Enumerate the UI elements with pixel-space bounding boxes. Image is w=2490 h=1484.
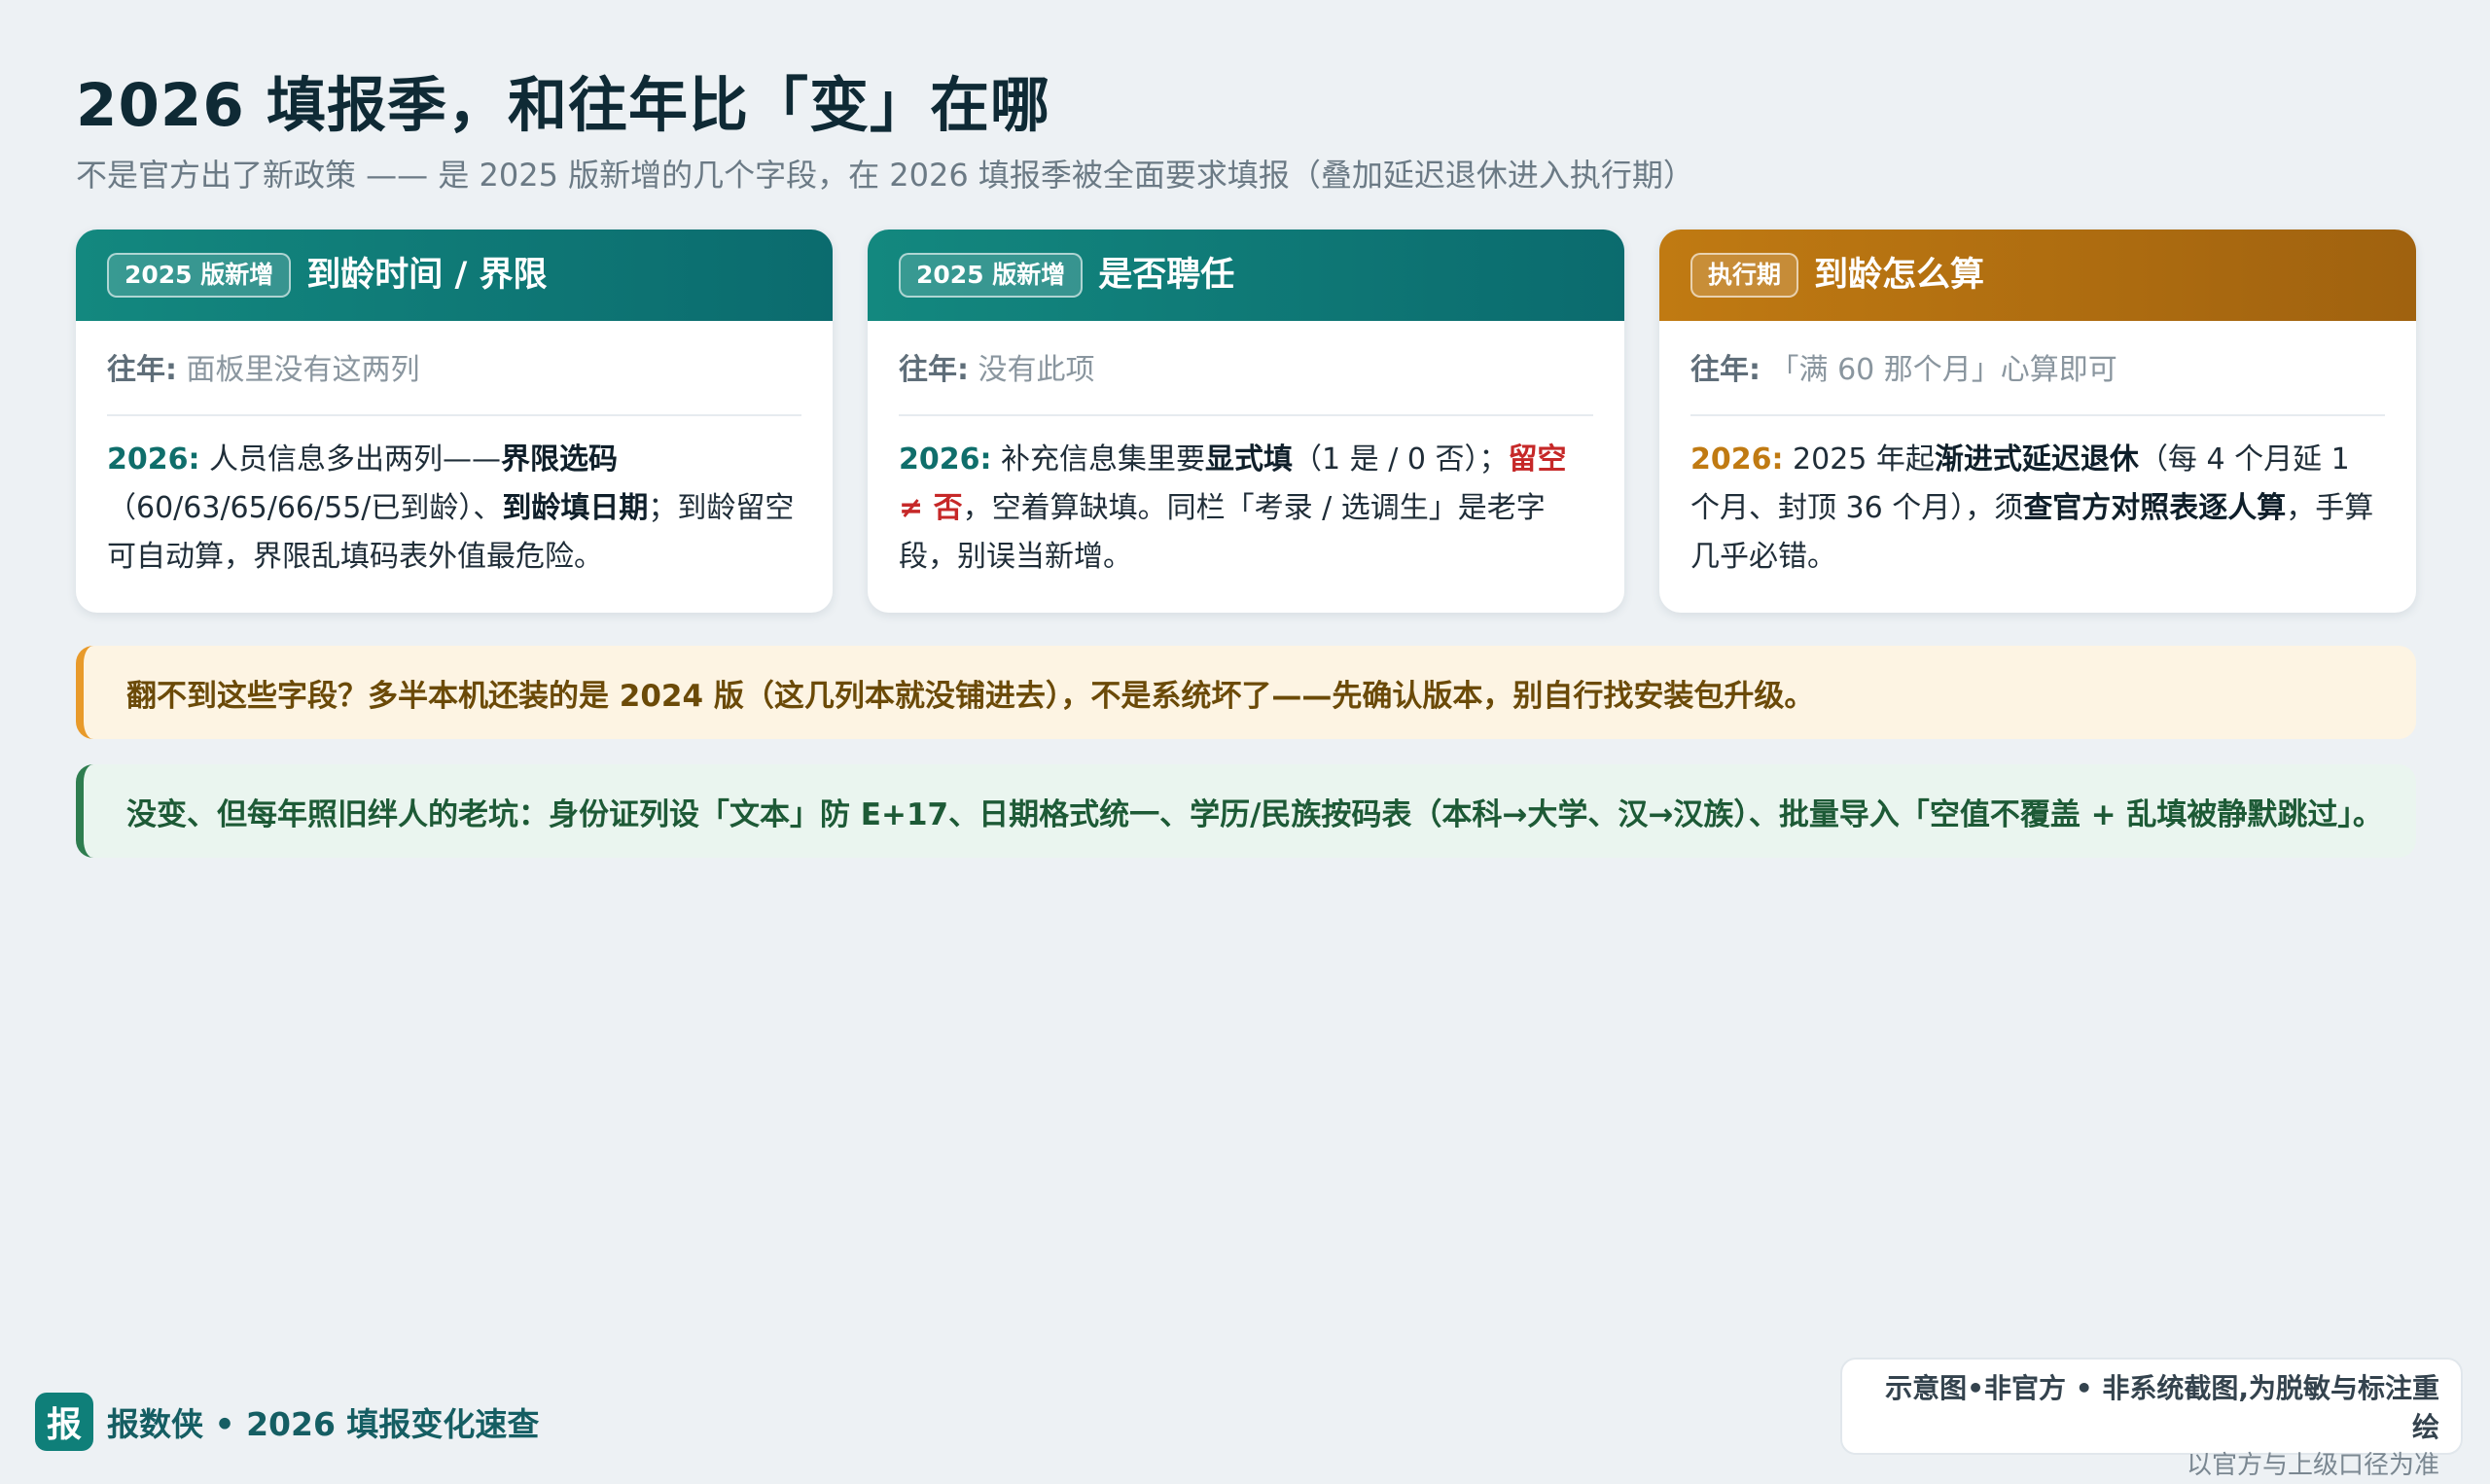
current-year-row: 2026: 补充信息集里要显式填（1 是 / 0 否）；留空 ≠ 否，空着算缺填… [899,436,1593,582]
brand-name: 报数侠 • 2026 填报变化速查 [107,1405,540,1443]
previous-text: 没有此项 [978,353,1095,387]
unchanged-pitfalls-callout: 没变、但每年照旧绊人的老坑：身份证列设「文本」防 E+17、日期格式统一、学历/… [76,764,2416,858]
highlight-text: 显式填 [1205,442,1294,477]
brand-logo-icon: 报 [35,1393,93,1451]
disclaimer-box: 示意图•非官方 • 非系统截图,为脱敏与标注重绘 以官方与上级口径为准 [1840,1358,2463,1480]
change-cards: 2025 版新增 到龄时间 / 界限 往年: 面板里没有这两列 2026: 人员… [76,230,2416,613]
current-text: 补充信息集里要 [1001,442,1206,477]
highlight-text: 界限选码 [501,442,619,477]
highlight-text: 到龄填日期 [502,491,649,525]
current-label: 2026: [1690,442,1784,477]
footer-brand: 报 报数侠 • 2026 填报变化速查 [35,1393,539,1451]
previous-text: 「满 60 那个月」心算即可 [1769,353,2117,387]
page: 2026 填报季，和往年比「变」在哪 不是官方出了新政策 —— 是 2025 版… [76,66,2416,858]
new-field-badge: 2025 版新增 [107,253,292,298]
previous-text: 面板里没有这两列 [186,353,420,387]
current-text: 人员信息多出两列—— [209,442,502,477]
page-title: 2026 填报季，和往年比「变」在哪 [76,71,1051,140]
previous-label: 往年: [899,353,969,387]
card-appointment-status: 2025 版新增 是否聘任 往年: 没有此项 2026: 补充信息集里要显式填（… [868,230,1624,613]
version-warning-callout: 翻不到这些字段？多半本机还装的是 2024 版（这几列本就没铺进去），不是系统坏… [76,646,2416,739]
current-year-row: 2026: 人员信息多出两列——界限选码 （60/63/65/66/55/已到龄）… [107,436,801,582]
page-subtitle: 不是官方出了新政策 —— 是 2025 版新增的几个字段，在 2026 填报季被… [76,157,1694,194]
current-label: 2026: [899,442,992,477]
enforcement-badge: 执行期 [1690,253,1799,298]
highlight-text: 查官方对照表逐人算 [2023,491,2287,525]
card-title: 到龄时间 / 界限 [306,256,548,295]
disclaimer-sub: 以官方与上级口径为准 [2186,1451,2439,1480]
previous-years-row: 往年: 面板里没有这两列 [107,350,801,416]
previous-years-row: 往年: 没有此项 [899,350,1593,416]
card-header: 执行期 到龄怎么算 [1659,230,2416,321]
card-retirement-calculation: 执行期 到龄怎么算 往年: 「满 60 那个月」心算即可 2026: 2025 … [1659,230,2416,613]
previous-label: 往年: [107,353,177,387]
current-text: ，空着算缺填。同栏「考录 / 选调生」是老字段，别误当新增。 [899,491,1546,574]
card-header: 2025 版新增 到龄时间 / 界限 [76,230,833,321]
card-body: 往年: 「满 60 那个月」心算即可 2026: 2025 年起渐进式延迟退休（… [1659,321,2416,582]
card-title: 是否聘任 [1098,256,1235,295]
card-title: 到龄怎么算 [1814,256,1985,295]
card-body: 往年: 没有此项 2026: 补充信息集里要显式填（1 是 / 0 否）；留空 … [868,321,1624,582]
current-text: 2025 年起 [1793,442,1935,477]
current-text: （1 是 / 0 否）； [1293,442,1509,477]
previous-years-row: 往年: 「满 60 那个月」心算即可 [1690,350,2385,416]
current-year-row: 2026: 2025 年起渐进式延迟退休（每 4 个月延 1 个月、封顶 36 … [1690,436,2385,582]
previous-label: 往年: [1690,353,1761,387]
current-text: （60/63/65/66/55/已到龄）、 [107,491,503,525]
disclaimer-main: 示意图•非官方 • 非系统截图,为脱敏与标注重绘 [1885,1372,2439,1443]
card-header: 2025 版新增 是否聘任 [868,230,1624,321]
card-body: 往年: 面板里没有这两列 2026: 人员信息多出两列——界限选码 （60/63/… [76,321,833,582]
new-field-badge: 2025 版新增 [899,253,1084,298]
current-label: 2026: [107,442,200,477]
card-retirement-age-boundary: 2025 版新增 到龄时间 / 界限 往年: 面板里没有这两列 2026: 人员… [76,230,833,613]
highlight-text: 渐进式延迟退休 [1934,442,2139,477]
